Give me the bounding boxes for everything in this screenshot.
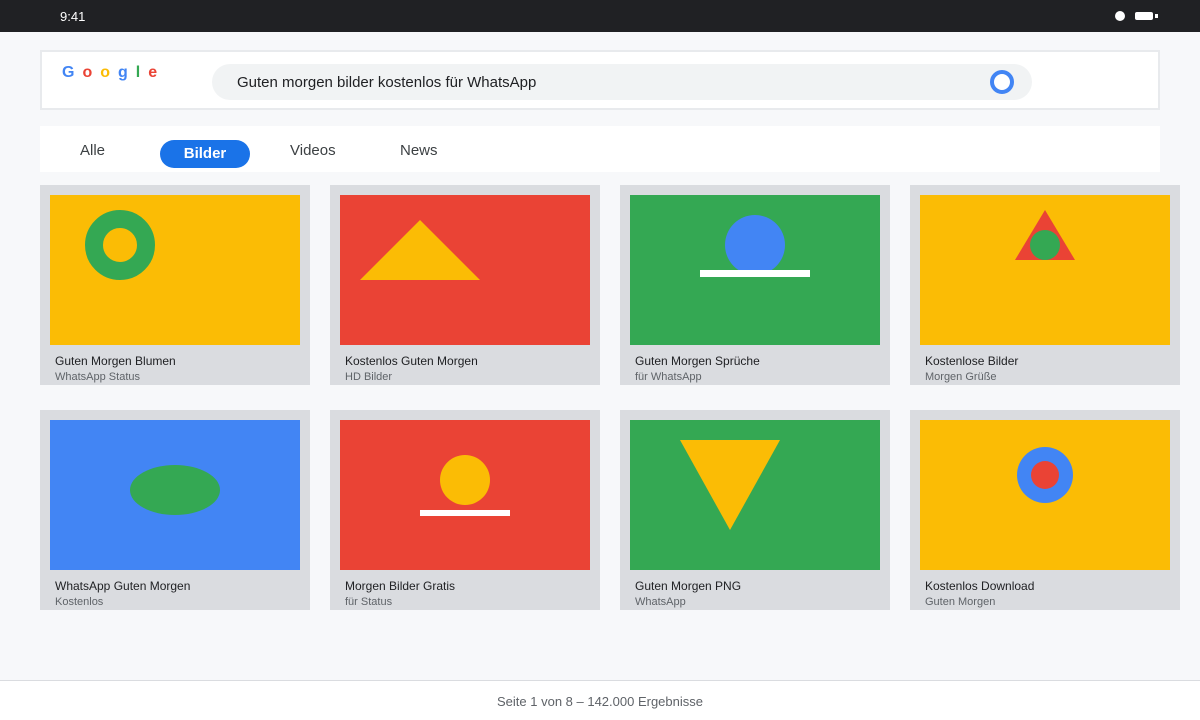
result-title[interactable]: Guten Morgen PNG [635,579,741,593]
result-subtitle: WhatsApp [635,596,686,608]
result-title[interactable]: Kostenlos Download [925,579,1034,593]
result-title[interactable]: Guten Morgen Blumen [55,354,176,368]
image-result-card[interactable]: Kostenlos Guten Morgen HD Bilder [330,185,600,385]
logo-letter: G [62,64,75,81]
battery-icon [1135,12,1153,20]
inverted-triangle-graphic [630,420,880,570]
result-title[interactable]: Kostenlose Bilder [925,354,1018,368]
result-title[interactable]: Kostenlos Guten Morgen [345,354,478,368]
image-thumbnail[interactable] [630,420,880,570]
result-subtitle: für Status [345,596,393,608]
logo-letter: o [100,64,111,81]
status-time: 9:41 [60,9,86,24]
thumb-bg [50,195,300,345]
search-input[interactable]: Guten morgen bilder kostenlos für WhatsA… [212,64,1032,100]
results-footer: Seite 1 von 8 – 142.000 Ergebnisse [0,680,1200,720]
image-thumbnail[interactable] [920,195,1170,345]
tab-bilder[interactable]: Bilder [160,140,250,168]
status-bar: 9:41 [0,0,1200,32]
logo-letter: l [135,64,141,81]
tab-videos[interactable]: Videos [290,142,336,159]
image-result-card[interactable]: Morgen Bilder Gratis für Status [330,410,600,610]
logo-letter: g [118,64,128,81]
logo-letter: o [82,64,93,81]
result-title[interactable]: WhatsApp Guten Morgen [55,579,190,593]
logo-letter: e [148,64,158,81]
sun-graphic [340,420,590,570]
sun-graphic [630,195,880,345]
result-subtitle: für WhatsApp [635,371,702,383]
image-result-card[interactable]: Guten Morgen PNG WhatsApp [620,410,890,610]
image-result-card[interactable]: Guten Morgen Sprüche für WhatsApp [620,185,890,385]
image-result-card[interactable]: Guten Morgen Blumen WhatsApp Status [40,185,310,385]
result-subtitle: HD Bilder [345,371,393,383]
ring-graphic [50,195,300,345]
triangle-circle-graphic [920,195,1170,345]
target-graphic [920,420,1170,570]
image-result-card[interactable]: Kostenlose Bilder Morgen Grüße [910,185,1180,385]
pagination-text: Seite 1 von 8 – 142.000 Ergebnisse [497,694,703,709]
result-subtitle: Morgen Grüße [925,371,997,383]
image-result-card[interactable]: Kostenlos Download Guten Morgen [910,410,1180,610]
result-title[interactable]: Morgen Bilder Gratis [345,579,455,593]
image-thumbnail[interactable] [50,195,300,345]
search-icon[interactable] [990,70,1014,94]
image-thumbnail[interactable] [630,195,880,345]
tab-news[interactable]: News [400,142,438,159]
search-query[interactable]: Guten morgen bilder kostenlos für WhatsA… [237,74,536,91]
image-result-card[interactable]: WhatsApp Guten Morgen Kostenlos [40,410,310,610]
ellipse-graphic [50,420,300,570]
image-thumbnail[interactable] [920,420,1170,570]
image-thumbnail[interactable] [340,195,590,345]
result-subtitle: WhatsApp Status [55,371,140,383]
signal-icon [1115,11,1125,21]
triangle-graphic [340,195,590,345]
search-header: Google Guten morgen bilder kostenlos für… [40,50,1160,110]
google-logo[interactable]: Google [62,64,165,82]
battery-tip [1155,14,1158,18]
result-subtitle: Kostenlos [55,596,104,608]
tab-alle[interactable]: Alle [80,142,105,159]
image-thumbnail[interactable] [340,420,590,570]
image-thumbnail[interactable] [50,420,300,570]
result-subtitle: Guten Morgen [925,596,996,608]
result-title[interactable]: Guten Morgen Sprüche [635,354,760,368]
search-tabs: Alle Bilder Videos News [40,126,1160,172]
